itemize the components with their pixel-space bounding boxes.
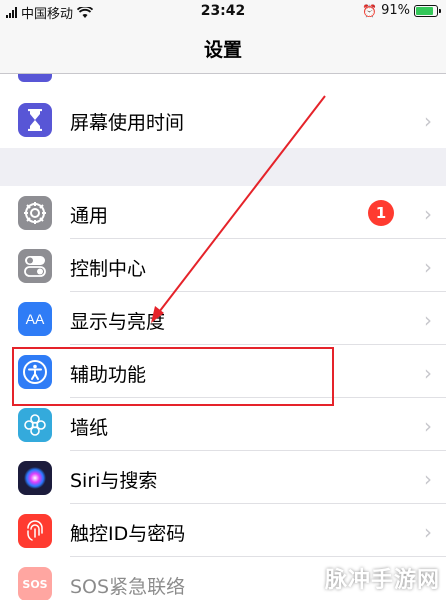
settings-row-siri[interactable]: Siri与搜索 › bbox=[0, 451, 446, 504]
highlight-box bbox=[12, 347, 334, 406]
chevron-right-icon: › bbox=[424, 308, 432, 332]
chevron-right-icon: › bbox=[424, 109, 432, 133]
notification-badge: 1 bbox=[368, 200, 394, 226]
aa-icon: AA bbox=[18, 302, 52, 336]
partial-icon bbox=[18, 74, 52, 82]
status-right: ⏰ 91% bbox=[362, 3, 441, 18]
fingerprint-icon bbox=[18, 514, 52, 548]
siri-icon bbox=[18, 461, 52, 495]
row-label: 显示与亮度 bbox=[70, 311, 166, 333]
battery-percent: 91% bbox=[381, 3, 410, 18]
chevron-right-icon: › bbox=[424, 361, 432, 385]
settings-group-top: 屏幕使用时间 › bbox=[0, 74, 446, 148]
chevron-right-icon: › bbox=[424, 414, 432, 438]
row-label: 触控ID与密码 bbox=[70, 523, 186, 545]
toggle-icon bbox=[18, 249, 52, 283]
settings-row-display[interactable]: AA 显示与亮度 › bbox=[0, 292, 446, 345]
chevron-right-icon: › bbox=[424, 202, 432, 226]
flower-icon bbox=[18, 408, 52, 442]
settings-row-control-center[interactable]: 控制中心 › bbox=[0, 239, 446, 292]
gear-icon bbox=[18, 196, 52, 230]
navigation-bar: 设置 bbox=[0, 22, 446, 74]
row-label: 控制中心 bbox=[70, 258, 147, 280]
chevron-right-icon: › bbox=[424, 467, 432, 491]
row-label: 墙纸 bbox=[70, 417, 109, 439]
alarm-icon: ⏰ bbox=[362, 3, 378, 18]
settings-row-general[interactable]: 通用 1 › bbox=[0, 186, 446, 239]
watermark: 脉冲手游网 bbox=[324, 568, 440, 593]
page-title: 设置 bbox=[203, 39, 242, 61]
row-label: 通用 bbox=[70, 205, 109, 227]
settings-row-screen-time[interactable]: 屏幕使用时间 › bbox=[0, 93, 446, 146]
row-label: SOS紧急联络 bbox=[70, 576, 186, 598]
settings-row-touch-id[interactable]: 触控ID与密码 › bbox=[0, 504, 446, 557]
chevron-right-icon: › bbox=[424, 255, 432, 279]
status-bar: 中国移动 23:42 ⏰ 91% bbox=[0, 0, 446, 22]
sos-icon: SOS bbox=[18, 567, 52, 600]
battery-icon bbox=[414, 4, 441, 17]
hourglass-icon bbox=[18, 103, 52, 137]
row-label: 屏幕使用时间 bbox=[70, 112, 185, 134]
row-label: Siri与搜索 bbox=[70, 470, 158, 492]
chevron-right-icon: › bbox=[424, 520, 432, 544]
